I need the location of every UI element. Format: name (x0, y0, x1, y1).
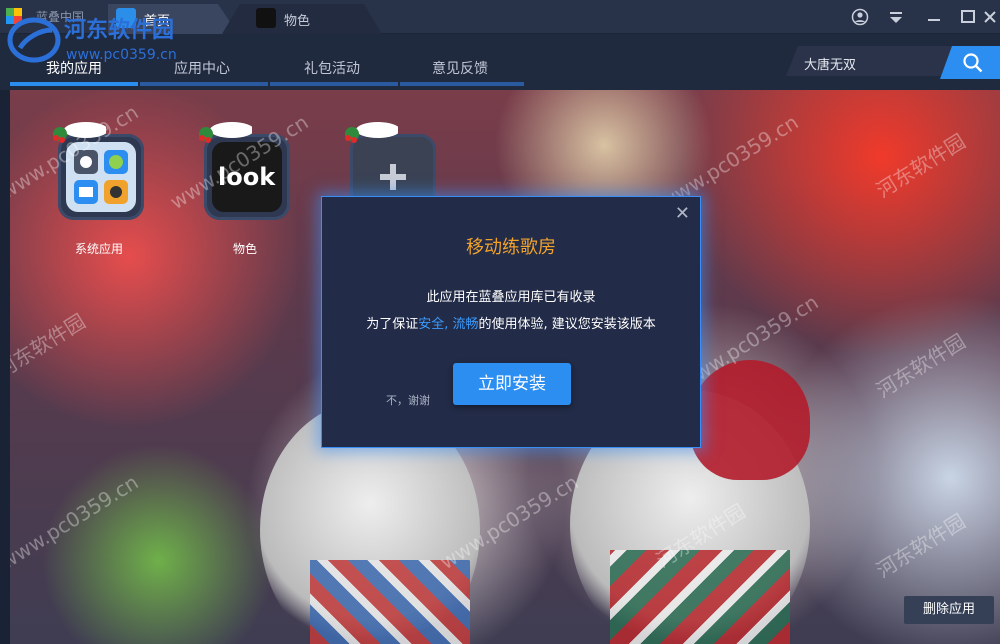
minimize-icon[interactable] (924, 8, 944, 26)
dialog-text: 的使用体验, 建议您安装该版本 (478, 317, 656, 332)
search-value[interactable]: 大唐无双 (804, 54, 856, 73)
app-look[interactable]: look 物色 (190, 90, 300, 270)
left-edge (0, 90, 10, 644)
close-window-icon[interactable] (980, 8, 1000, 26)
nav-feedback[interactable]: 意见反馈 (432, 58, 488, 78)
background-hat (690, 360, 810, 480)
watermark-logo-icon (7, 17, 61, 63)
watermark-text: 河东软件园 (872, 329, 970, 403)
search-icon (963, 53, 983, 73)
christmas-holly-icon (199, 122, 252, 143)
christmas-holly-icon (345, 122, 398, 143)
nav-indicator (400, 82, 524, 86)
delete-app-button[interactable]: 删除应用 (904, 596, 994, 624)
tab-look-label: 物色 (284, 14, 311, 29)
dropdown-icon[interactable] (886, 8, 906, 26)
tab-look[interactable]: 物色 (222, 4, 382, 34)
watermark-text: 河东软件园 (10, 309, 90, 383)
nav-indicator (270, 82, 398, 86)
watermark-text: 河东软件园 (872, 509, 970, 583)
watermark-title: 河东软件园 (64, 18, 175, 43)
watermark-text: 河东软件园 (872, 129, 970, 203)
nav-app-center[interactable]: 应用中心 (174, 58, 230, 78)
dialog-close-icon[interactable]: ✕ (675, 203, 690, 224)
install-dialog: ✕ 移动练歌房 此应用在蓝叠应用库已有收录 为了保证安全, 流畅的使用体验, 建… (321, 196, 701, 448)
app-name: 物色 (232, 242, 257, 256)
nav-indicator (140, 82, 268, 86)
background-scarf-left (310, 560, 470, 644)
background-scarf-right (610, 550, 790, 644)
look-app-icon: look (212, 142, 282, 212)
dialog-message: 此应用在蓝叠应用库已有收录 (426, 290, 596, 305)
system-apps-icon (66, 142, 136, 212)
nav-gift-events[interactable]: 礼包活动 (304, 58, 360, 78)
decline-link[interactable]: 不，谢谢 (386, 392, 430, 408)
watermark-text: www.pc0359.cn (10, 469, 143, 575)
watermark-url: www.pc0359.cn (66, 47, 177, 63)
dialog-message-2: 为了保证安全, 流畅的使用体验, 建议您安装该版本 (322, 313, 700, 332)
maximize-icon[interactable] (958, 8, 978, 26)
christmas-holly-icon (53, 122, 106, 143)
dialog-highlight: 安全, 流畅 (418, 317, 479, 332)
user-icon[interactable] (850, 8, 870, 26)
app-name: 系统应用 (74, 242, 123, 256)
look-app-icon (256, 8, 276, 28)
app-system[interactable]: 系统应用 (44, 90, 154, 270)
dialog-title: 移动练歌房 (466, 237, 556, 258)
nav-indicator-active (10, 82, 138, 86)
svg-text:look: look (218, 163, 276, 191)
install-button[interactable]: 立即安装 (453, 363, 571, 405)
dialog-text: 为了保证 (366, 317, 419, 332)
